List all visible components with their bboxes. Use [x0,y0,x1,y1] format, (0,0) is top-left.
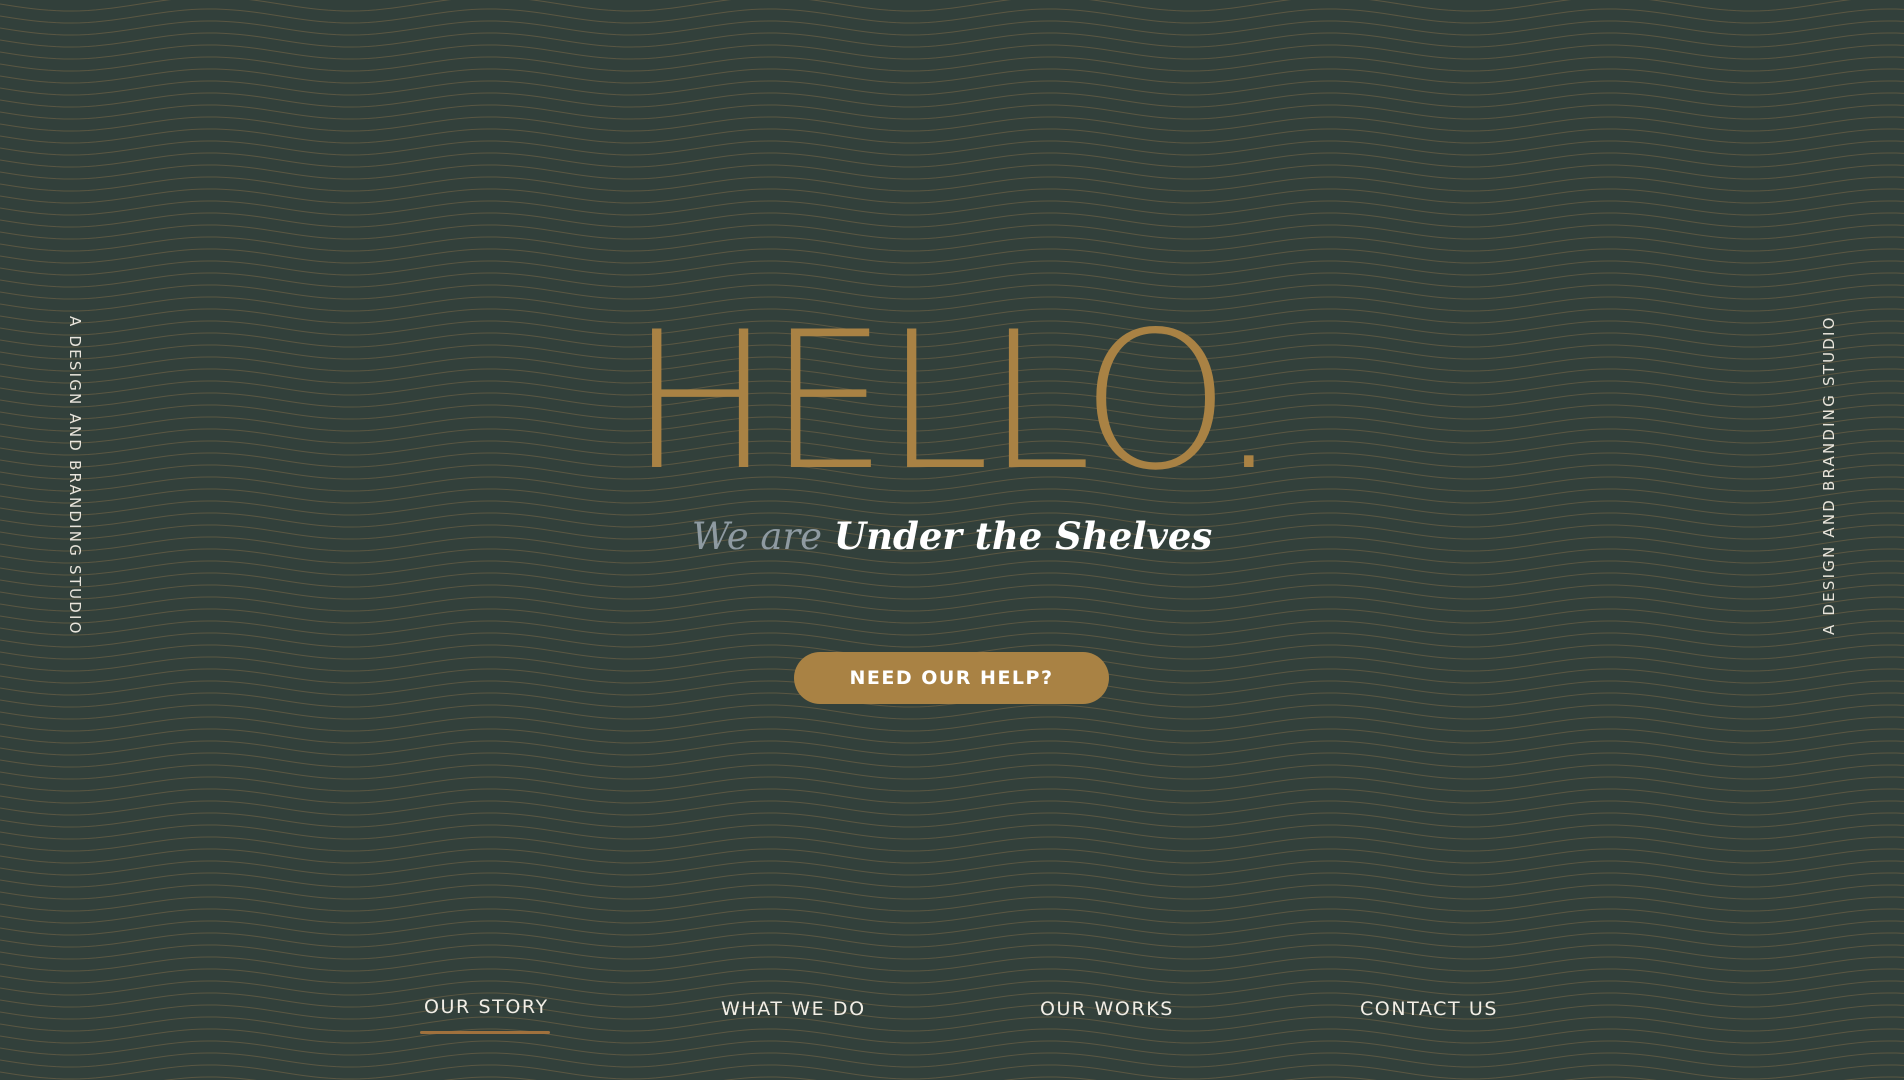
nav-item-our-works[interactable]: OUR WORKS [1040,998,1172,1036]
nav-item-our-story[interactable]: OUR STORY [420,996,550,1034]
nav-item-contact-us[interactable]: CONTACT US [1346,998,1512,1036]
nav-item-label: WHAT WE DO [721,998,866,1020]
active-nav-underline [420,1031,550,1034]
tagline-brand-name: Under the Shelves [833,514,1213,558]
need-help-button[interactable]: NEED OUR HELP? [794,652,1109,704]
landing-page: A DESIGN AND BRANDING STUDIO A DESIGN AN… [0,0,1904,1080]
nav-item-label: OUR WORKS [1040,998,1174,1020]
tagline-lead: We are [691,515,823,558]
nav-item-what-we-do[interactable]: WHAT WE DO [721,998,864,1036]
nav-item-label: OUR STORY [424,996,549,1018]
nav-item-label: CONTACT US [1359,998,1499,1020]
hero-title: HELLO. [628,291,1279,512]
hero-tagline: We are Under the Shelves [0,508,1904,564]
